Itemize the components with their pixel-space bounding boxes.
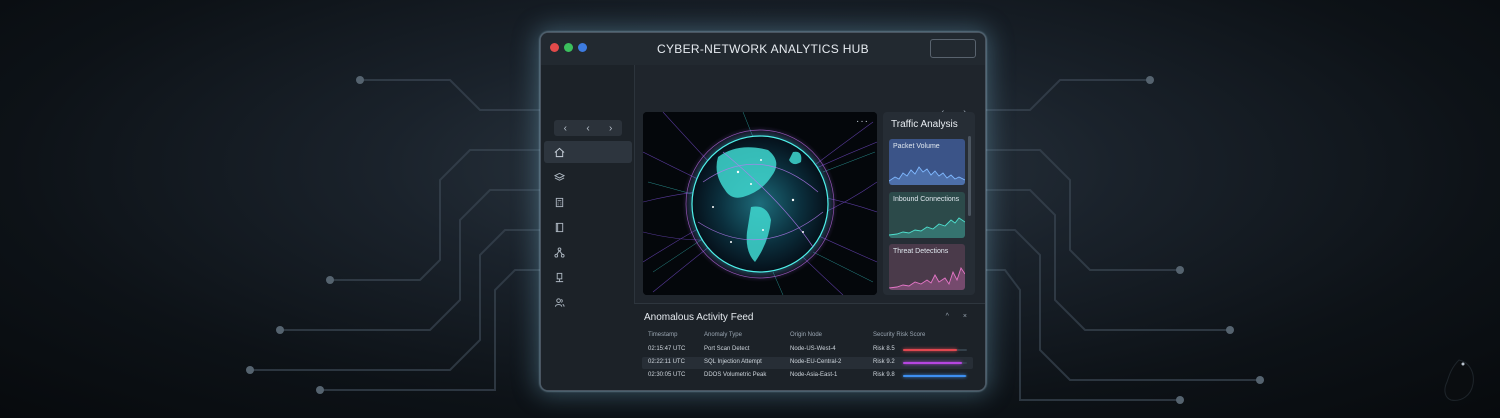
packet-volume-label: Packet Volume xyxy=(893,143,940,150)
traffic-scrollbar[interactable] xyxy=(968,136,971,216)
inbound-connections-sparkline xyxy=(889,217,965,238)
sidebar-item-device[interactable] xyxy=(544,266,632,288)
risk-bar-fill xyxy=(903,362,962,364)
risk-bar-track xyxy=(903,349,967,351)
threat-detections-card[interactable]: Threat Detections xyxy=(889,244,965,290)
forward-arrow-icon[interactable]: › xyxy=(609,123,612,134)
network-globe-panel: ··· xyxy=(643,112,877,295)
back-arrow-icon[interactable]: ‹ xyxy=(586,123,589,134)
column-header-origin-node[interactable]: Origin Node xyxy=(790,332,822,338)
threat-detections-label: Threat Detections xyxy=(893,248,949,255)
column-header-timestamp[interactable]: Timestamp xyxy=(648,332,677,338)
anomaly-type-cell: Port Scan Detect xyxy=(704,346,750,352)
anomaly-type-cell: SQL Injection Attempt xyxy=(704,359,762,365)
table-row[interactable]: 02:15:47 UTC Port Scan Detect Node-US-We… xyxy=(642,344,973,356)
anomaly-type-cell: DDOS Volumetric Peak xyxy=(704,372,767,378)
packet-volume-card[interactable]: Packet Volume xyxy=(889,139,965,185)
sidebar-item-users[interactable] xyxy=(544,291,632,313)
device-icon xyxy=(555,272,564,282)
calculator-icon xyxy=(555,197,564,207)
traffic-analysis-title: Traffic Analysis xyxy=(891,119,958,130)
risk-bar-fill xyxy=(903,349,958,351)
sidebar-item-home[interactable] xyxy=(544,141,632,163)
sidebar-item-network[interactable] xyxy=(544,241,632,263)
table-row[interactable]: 02:22:11 UTC SQL Injection Attempt Node-… xyxy=(642,357,973,369)
inbound-connections-card[interactable]: Inbound Connections xyxy=(889,192,965,238)
risk-bar-track xyxy=(903,362,967,364)
sidebar-item-book[interactable] xyxy=(544,216,632,238)
app-window: CYBER-NETWORK ANALYTICS HUB ‹ ‹ › ‹ xyxy=(540,32,986,391)
sidebar-item-calculator[interactable] xyxy=(544,191,632,213)
book-icon xyxy=(555,222,564,232)
home-icon xyxy=(554,147,565,157)
users-icon xyxy=(554,297,565,307)
window-title: CYBER-NETWORK ANALYTICS HUB xyxy=(657,42,869,56)
anomalous-activity-feed: Anomalous Activity Feed ^ × Timestamp An… xyxy=(634,303,985,390)
traffic-analysis-panel: Traffic Analysis Packet Volume Inbound C… xyxy=(883,112,975,295)
column-header-anomaly-type[interactable]: Anomaly Type xyxy=(704,332,742,338)
title-bar-button[interactable] xyxy=(930,39,976,58)
timestamp-cell: 02:22:11 UTC xyxy=(648,359,685,365)
feed-title: Anomalous Activity Feed xyxy=(644,312,754,323)
sidebar-nav-arrows: ‹ ‹ › xyxy=(554,120,622,136)
corner-logo-icon xyxy=(1444,359,1474,401)
inbound-connections-label: Inbound Connections xyxy=(893,196,960,203)
origin-node-cell: Node-US-West-4 xyxy=(790,346,836,352)
timestamp-cell: 02:30:05 UTC xyxy=(648,372,686,378)
origin-node-cell: Node-Asia-East-1 xyxy=(790,372,838,378)
risk-bar-track xyxy=(903,375,967,377)
risk-score-cell: Risk 8.5 xyxy=(873,346,895,352)
back-arrow-icon[interactable]: ‹ xyxy=(564,123,567,134)
globe-visualization xyxy=(643,112,877,295)
threat-detections-sparkline xyxy=(889,266,965,290)
more-options-icon[interactable]: ··· xyxy=(856,116,869,127)
network-icon xyxy=(554,246,565,258)
origin-node-cell: Node-EU-Central-2 xyxy=(790,359,842,365)
packet-volume-sparkline xyxy=(889,166,965,185)
risk-score-cell: Risk 9.8 xyxy=(873,372,895,378)
title-bar: CYBER-NETWORK ANALYTICS HUB xyxy=(541,33,985,65)
risk-bar-fill xyxy=(903,375,966,377)
feed-controls[interactable]: ^ × xyxy=(946,313,973,320)
column-header-risk-score[interactable]: Security Risk Score xyxy=(873,332,925,338)
sidebar: ‹ ‹ › xyxy=(541,65,635,390)
table-row[interactable]: 02:30:05 UTC DDOS Volumetric Peak Node-A… xyxy=(642,370,973,382)
risk-score-cell: Risk 9.2 xyxy=(873,359,895,365)
timestamp-cell: 02:15:47 UTC xyxy=(648,346,686,352)
layers-icon xyxy=(554,172,565,181)
sidebar-item-layers[interactable] xyxy=(544,166,632,188)
